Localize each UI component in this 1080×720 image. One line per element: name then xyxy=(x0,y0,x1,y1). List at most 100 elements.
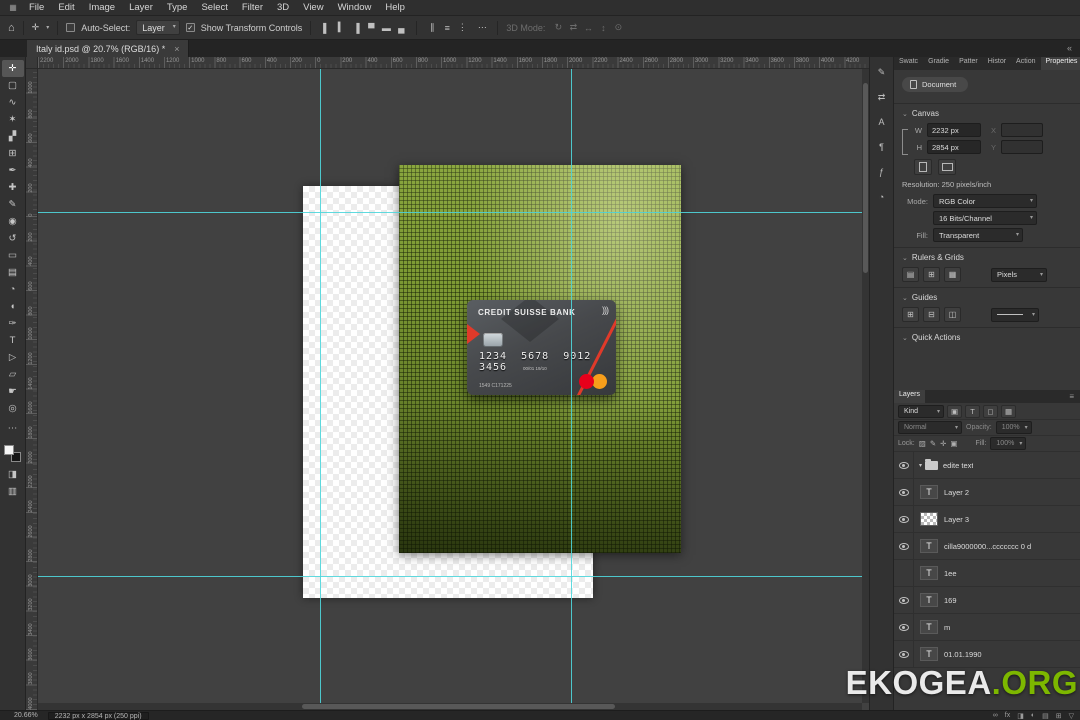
blur-tool[interactable]: ◔ xyxy=(2,281,24,298)
guide-vertical-1[interactable] xyxy=(320,69,321,710)
panel-menu-icon[interactable]: ≡ xyxy=(1063,390,1080,403)
eye-icon[interactable] xyxy=(898,488,909,496)
visibility-cell[interactable] xyxy=(894,614,914,640)
y-field[interactable] xyxy=(1001,140,1043,154)
guide-layout-icon[interactable]: ⊞ xyxy=(902,307,919,322)
vertical-scrollbar[interactable] xyxy=(862,69,869,703)
layer-name[interactable]: 01.01.1990 xyxy=(944,650,982,659)
document-tab[interactable]: Italy id.psd @ 20.7% (RGB/16) * × xyxy=(27,40,190,57)
adjustment-layer-icon[interactable]: ◐ xyxy=(1031,712,1035,720)
edit-toolbar-icon[interactable]: ⋯ xyxy=(2,420,24,437)
horizontal-scrollbar-thumb[interactable] xyxy=(301,704,615,709)
more-options-icon[interactable]: ⋯ xyxy=(475,21,489,35)
screen-mode-button[interactable]: ▥ xyxy=(2,483,24,500)
hand-tool[interactable]: ☛ xyxy=(2,383,24,400)
opacity-dropdown[interactable]: 100% xyxy=(995,421,1032,434)
layer-mask-icon[interactable]: ◨ xyxy=(1017,712,1024,720)
3d-slide-icon[interactable]: ↕ xyxy=(596,21,610,35)
glyphs-panel-icon[interactable]: ƒ xyxy=(874,165,890,179)
dodge-tool[interactable]: ◖ xyxy=(2,298,24,315)
zoom-level[interactable]: 20.66% xyxy=(14,712,38,719)
width-field[interactable]: 2232 px xyxy=(927,123,981,137)
eye-icon[interactable] xyxy=(898,650,909,658)
quick-mask-button[interactable]: ◨ xyxy=(2,466,24,483)
guides-section-header[interactable]: Guides xyxy=(902,293,1072,302)
new-layer-icon[interactable]: ⊞ xyxy=(1056,712,1062,720)
move-tool[interactable]: ✛ xyxy=(1,60,24,77)
healing-brush-tool[interactable]: ✚ xyxy=(2,179,24,196)
layer-thumbnail[interactable]: T xyxy=(920,593,938,607)
layer-name[interactable]: m xyxy=(944,623,950,632)
layer-effects-icon[interactable]: fx xyxy=(1005,712,1010,720)
layer-row[interactable]: ▾ T cilla9000000...ccccccc 0 d xyxy=(894,533,1080,560)
visibility-cell[interactable] xyxy=(894,533,914,559)
layer-thumbnail[interactable]: T xyxy=(920,566,938,580)
quick-actions-section-header[interactable]: Quick Actions xyxy=(902,333,1072,342)
canvas-fill-dropdown[interactable]: Transparent xyxy=(933,228,1023,242)
3d-roll-icon[interactable]: ⇄ xyxy=(566,21,580,35)
eye-icon[interactable] xyxy=(898,515,909,523)
layer-row[interactable]: ▾ edite text xyxy=(894,452,1080,479)
tab-properties[interactable]: Properties xyxy=(1040,57,1080,70)
history-brush-tool[interactable]: ↺ xyxy=(2,230,24,247)
tab-actions[interactable]: Action xyxy=(1011,57,1040,70)
ruler-corner[interactable] xyxy=(26,57,38,69)
menu-item[interactable]: Layer xyxy=(122,0,160,15)
pen-tool[interactable]: ✑ xyxy=(2,315,24,332)
filter-shape-icon[interactable]: ◻ xyxy=(983,404,998,418)
ruler-vertical[interactable]: 1000 800 600 400 200 0 200 400 600 800 1… xyxy=(26,69,38,710)
x-field[interactable] xyxy=(1001,123,1043,137)
lock-paint-icon[interactable]: ✎ xyxy=(930,439,936,448)
layer-name[interactable]: cilla9000000...ccccccc 0 d xyxy=(944,542,1031,551)
filter-type-icon[interactable]: T xyxy=(965,404,980,418)
tab-layers[interactable]: Layers xyxy=(894,390,926,403)
document-pill-button[interactable]: Document xyxy=(902,77,969,92)
canvas-area[interactable]: CREDIT SUISSE BANK ))) 1234 5678 9012 34… xyxy=(26,57,869,710)
layer-thumbnail[interactable] xyxy=(920,512,938,526)
menu-item[interactable]: Image xyxy=(82,0,122,15)
layer-row[interactable]: ▾ T m xyxy=(894,614,1080,641)
auto-select-dropdown[interactable]: Layer xyxy=(136,20,180,35)
move-tool-preset-icon[interactable]: ✛ xyxy=(32,22,40,33)
menu-item[interactable]: View xyxy=(296,0,330,15)
clone-stamp-tool[interactable]: ◉ xyxy=(2,213,24,230)
distribute-horizontal-icon[interactable]: ∥ xyxy=(425,21,439,35)
menu-item[interactable]: File xyxy=(22,0,51,15)
character-panel-icon[interactable]: A xyxy=(874,115,890,129)
align-right-icon[interactable]: ▐ xyxy=(349,21,363,35)
menu-item[interactable]: Window xyxy=(331,0,379,15)
guide-lock-icon[interactable]: ⊟ xyxy=(923,307,940,322)
link-dimensions-icon[interactable] xyxy=(902,129,908,155)
align-left-icon[interactable]: ▌ xyxy=(319,21,333,35)
lock-position-icon[interactable]: ✛ xyxy=(940,439,946,448)
visibility-cell[interactable] xyxy=(894,452,914,478)
grid-icon[interactable]: ⊞ xyxy=(923,267,940,282)
guide-vertical-2[interactable] xyxy=(571,69,572,710)
visibility-cell[interactable] xyxy=(894,560,914,586)
chevron-down-icon[interactable]: ▾ xyxy=(919,462,922,469)
transform-controls-checkbox[interactable]: ✓ xyxy=(185,23,195,32)
portrait-orientation-button[interactable] xyxy=(914,159,932,175)
delete-layer-icon[interactable]: ▽ xyxy=(1069,712,1074,720)
paragraph-panel-icon[interactable]: ¶ xyxy=(874,140,890,154)
3d-drag-icon[interactable]: ↔ xyxy=(581,21,595,35)
quick-selection-tool[interactable]: ✶ xyxy=(2,111,24,128)
3d-scale-icon[interactable]: ⊙ xyxy=(611,21,625,35)
visibility-cell[interactable] xyxy=(894,587,914,613)
frame-tool[interactable]: ⊞ xyxy=(2,145,24,162)
gradient-tool[interactable]: ▤ xyxy=(2,264,24,281)
shape-tool[interactable]: ▱ xyxy=(2,366,24,383)
menu-item[interactable]: Select xyxy=(194,0,234,15)
rulers-grids-section-header[interactable]: Rulers & Grids xyxy=(902,253,1072,262)
distribute-space-icon[interactable]: ⋮ xyxy=(455,21,469,35)
eye-icon[interactable] xyxy=(898,596,909,604)
layer-name[interactable]: 1ee xyxy=(944,569,957,578)
new-group-icon[interactable]: ▤ xyxy=(1042,712,1049,720)
guide-style-dropdown[interactable] xyxy=(991,307,1039,322)
zoom-tool[interactable]: ◎ xyxy=(2,400,24,417)
menu-item[interactable]: Filter xyxy=(235,0,270,15)
layer-thumbnail[interactable]: T xyxy=(920,647,938,661)
marquee-tool[interactable]: ▢ xyxy=(2,77,24,94)
align-bottom-icon[interactable]: ▄ xyxy=(394,21,408,35)
align-middle-icon[interactable]: ▬ xyxy=(379,21,393,35)
